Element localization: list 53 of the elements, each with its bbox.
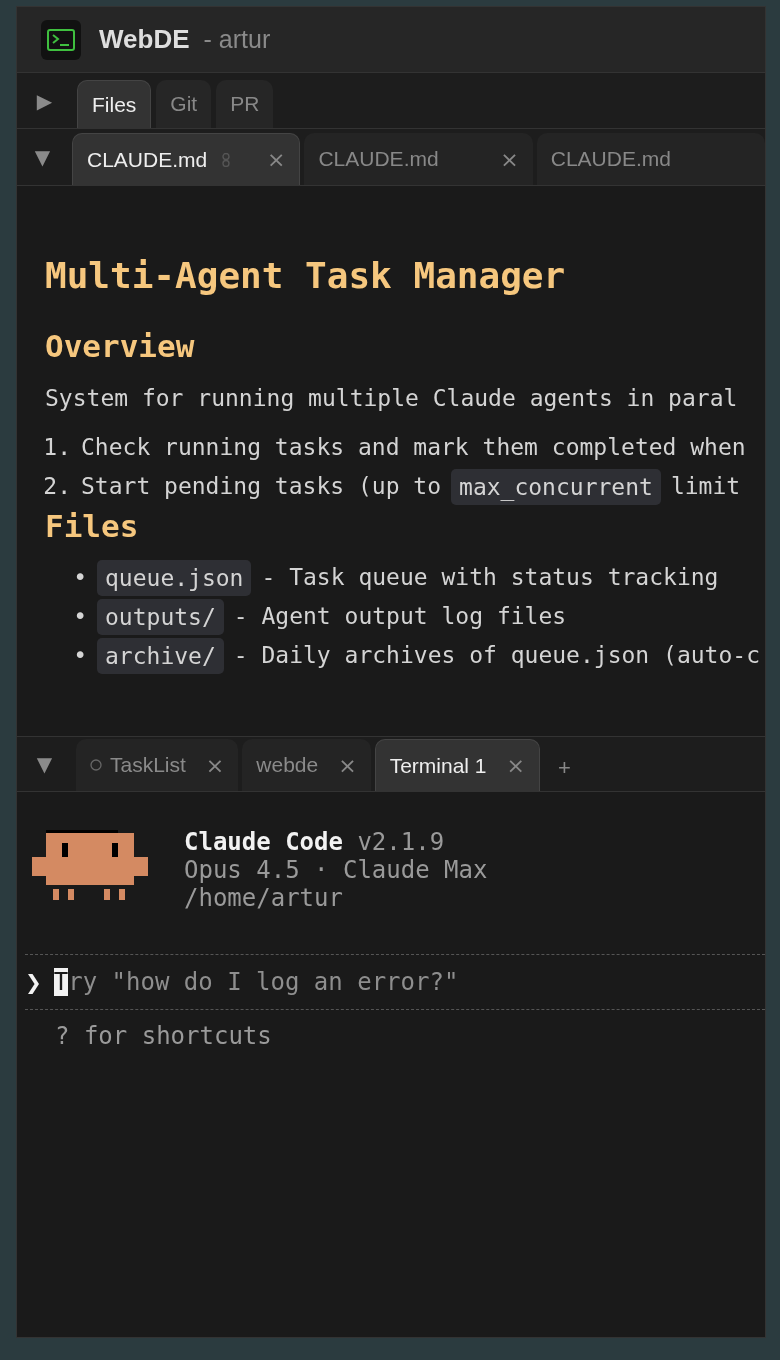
tab-label[interactable]: webde: [256, 753, 319, 777]
body-text: System for running multiple Claude agents in paral: [45, 385, 738, 411]
inline-code: outputs/: [97, 598, 224, 635]
close-button[interactable]: ×: [506, 753, 525, 778]
panel-tab[interactable]: Terminal 1 ×: [374, 739, 540, 791]
product-name: Claude Code: [184, 828, 343, 856]
collapse-toggle[interactable]: ▼: [17, 145, 68, 169]
document-title: Multi-Agent Task Manager: [45, 254, 567, 298]
close-button[interactable]: ×: [267, 147, 286, 172]
section-heading: Overview: [45, 327, 196, 366]
app-name: WebDE: [99, 24, 190, 55]
section-heading: Files: [45, 507, 140, 546]
editor-tab[interactable]: CLAUDE.md ×: [72, 133, 301, 185]
directory-path: /home/artur: [184, 884, 343, 912]
prompt-symbol: ❯: [25, 970, 42, 994]
shortcuts-hint: ? for shortcuts: [54, 1021, 273, 1050]
tab-label[interactable]: TaskList: [110, 753, 186, 777]
body-text: Start pending tasks (up to: [81, 472, 442, 501]
list-marker: 2.: [42, 472, 71, 501]
close-button[interactable]: ×: [338, 752, 357, 778]
sidebar-tab[interactable]: PR: [216, 80, 274, 128]
panel-tab[interactable]: TaskList ×: [76, 739, 239, 791]
inline-code: archive/: [97, 637, 224, 674]
panel-tab[interactable]: webde ×: [242, 739, 371, 791]
terminal-icon: [41, 19, 81, 60]
inline-code: max_concurrent: [451, 468, 661, 505]
editor-tab[interactable]: CLAUDE.md ×: [304, 133, 533, 185]
inline-code: queue.json: [97, 559, 252, 596]
tab-label[interactable]: Terminal 1: [389, 753, 487, 778]
body-text: Check running tasks and mark them completed when: [81, 433, 746, 462]
window-subtitle: - artur: [203, 25, 271, 54]
sidebar-tab[interactable]: Git: [156, 80, 212, 128]
plan-text: Opus 4.5 · Claude Max: [184, 856, 488, 884]
body-text: - Daily archives of queue.json (auto-c: [233, 641, 760, 670]
expand-toggle[interactable]: ▶: [17, 88, 72, 113]
tab-label[interactable]: CLAUDE.md: [87, 147, 213, 172]
add-tab-button[interactable]: +: [557, 755, 571, 781]
prompt-input[interactable]: Try "how do I log an error?": [53, 968, 459, 996]
version-text: v2.1.9: [357, 828, 445, 856]
body-text: - Agent output log files: [233, 602, 567, 631]
tab-label[interactable]: CLAUDE.md: [550, 147, 751, 171]
close-button[interactable]: ×: [205, 752, 225, 778]
tab-label[interactable]: CLAUDE.md: [318, 147, 493, 171]
list-marker: •: [72, 602, 87, 631]
list-marker: •: [72, 641, 87, 670]
body-text: - Task queue with status tracking: [261, 563, 719, 592]
collapse-toggle[interactable]: ▼: [17, 752, 72, 776]
list-marker: 1.: [42, 433, 71, 462]
list-marker: •: [72, 563, 87, 592]
close-button[interactable]: ×: [500, 146, 519, 172]
body-text: limit: [670, 472, 741, 501]
editor-tab[interactable]: CLAUDE.md: [536, 133, 765, 185]
sidebar-tab[interactable]: Files: [77, 80, 152, 128]
